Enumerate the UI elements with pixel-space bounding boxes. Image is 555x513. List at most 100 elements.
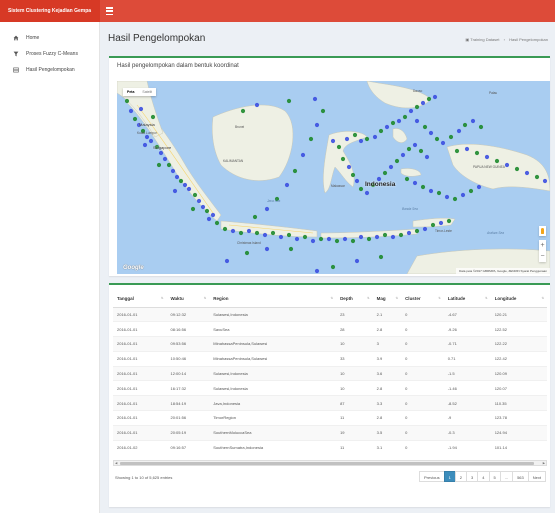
table-cell: 09:12:32 — [166, 306, 210, 322]
entries-info: Showing 1 to 10 of 5,625 entries — [115, 475, 173, 480]
earthquake-marker — [350, 238, 356, 244]
sort-icon[interactable]: ⇅ — [331, 296, 334, 300]
table-cell: 101.14 — [490, 439, 547, 455]
earthquake-marker — [270, 230, 276, 236]
earthquake-marker — [406, 230, 412, 236]
earthquake-marker — [330, 264, 336, 270]
google-logo: Google — [123, 265, 144, 271]
page-title: Hasil Pengelompokan — [108, 33, 206, 44]
map-label-kalimantan: KALIMANTAN — [223, 159, 244, 163]
column-header-label: Longitude — [494, 296, 517, 302]
zoom-out-button[interactable]: − — [539, 251, 546, 262]
table-cell: 0 — [401, 380, 444, 396]
earthquake-marker — [396, 118, 402, 124]
earthquake-marker — [192, 192, 198, 198]
column-header[interactable]: Latitude ⇅ — [443, 291, 491, 308]
map-view[interactable]: Indonesia Malaysia Singapore Kuala Lumpu… — [117, 81, 550, 274]
scrollbar-thumb[interactable] — [120, 462, 534, 465]
map-attribution[interactable]: Data peta ©2017 GBRMPA, Google, ZENRIN S… — [456, 268, 550, 274]
zoom-in-button[interactable]: + — [539, 240, 546, 251]
sort-icon[interactable]: ⇅ — [541, 296, 544, 300]
column-header[interactable]: Cluster ⇅ — [401, 291, 444, 308]
earthquake-marker — [462, 122, 468, 128]
table-cell: 2016-01-01 — [113, 380, 167, 396]
table-cell: 09:53:56 — [166, 336, 210, 352]
earthquake-marker — [422, 226, 428, 232]
earthquake-marker — [454, 148, 460, 154]
breadcrumb-item: Hasil Pengelompokan — [509, 37, 548, 42]
table-row: 2016-01-01 09:12:32 Sulawesi,Indonesia 23 2.… — [113, 306, 547, 322]
earthquake-marker — [384, 124, 390, 130]
earthquake-marker — [336, 144, 342, 150]
street-view-pegman-icon[interactable] — [539, 226, 546, 236]
earthquake-marker — [182, 182, 188, 188]
earthquake-marker — [300, 152, 306, 158]
table-cell: 123.78 — [490, 410, 547, 426]
pagination-next[interactable]: Next — [527, 471, 546, 482]
sort-icon[interactable]: ⇅ — [367, 296, 370, 300]
table-cell: 3.6 — [372, 365, 402, 381]
earthquake-marker — [262, 232, 268, 238]
scroll-left-icon[interactable]: ◀ — [115, 461, 117, 466]
sidebar-item-home[interactable]: Home — [0, 30, 99, 46]
column-header[interactable]: Longitude ⇅ — [490, 291, 547, 308]
earthquake-marker — [414, 118, 420, 124]
column-header[interactable]: Depth ⇅ — [336, 291, 373, 308]
column-header[interactable]: Waktu ⇅ — [166, 291, 210, 308]
earthquake-marker — [254, 230, 260, 236]
table-row: 2016-01-01 09:53:56 MinahassaPeninsula,Sul… — [113, 336, 547, 352]
table-cell: Sulawesi,Indonesia — [209, 365, 337, 381]
sort-icon[interactable]: ⇅ — [204, 296, 207, 300]
table-cell: 2016-01-02 — [113, 439, 167, 455]
table-cell: 10 — [336, 336, 373, 352]
map-type-satelit[interactable]: Satelit — [138, 88, 156, 96]
table-cell: 2.8 — [372, 321, 402, 337]
breadcrumb-item[interactable]: Training Dataset — [470, 37, 499, 42]
column-header-label: Tanggal — [117, 296, 134, 302]
breadcrumb-separator: › — [503, 37, 505, 42]
map-type-peta[interactable]: Peta — [123, 88, 138, 96]
horizontal-scrollbar[interactable]: ◀ ▶ — [113, 460, 547, 466]
earthquake-marker — [428, 188, 434, 194]
pagination-page[interactable]: 563 — [512, 471, 529, 482]
earthquake-marker — [432, 94, 438, 100]
sidebar-item-label: Hasil Pengelompokan — [26, 67, 75, 73]
table-cell: 0 — [401, 350, 444, 367]
earthquake-marker — [504, 162, 510, 168]
earthquake-marker — [412, 142, 418, 148]
earthquake-marker — [542, 178, 548, 184]
sort-icon[interactable]: ⇅ — [396, 296, 399, 300]
sidebar-item-fuzzy[interactable]: Proses Fuzzy C-Means — [0, 46, 99, 62]
sort-icon[interactable]: ⇅ — [438, 296, 441, 300]
sort-icon[interactable]: ⇅ — [485, 296, 488, 300]
sidebar-item-hasil[interactable]: Hasil Pengelompokan — [0, 62, 99, 78]
earthquake-marker — [412, 180, 418, 186]
column-header-label: Region — [213, 296, 229, 302]
column-header[interactable]: Tanggal ⇅ — [113, 291, 167, 308]
scroll-right-icon[interactable]: ▶ — [543, 461, 545, 466]
table-cell: 2016-01-01 — [113, 321, 167, 337]
column-header[interactable]: Region ⇅ — [209, 291, 337, 308]
table-cell: 2.1 — [372, 306, 402, 322]
sort-icon[interactable]: ⇅ — [161, 296, 164, 300]
pagination-previous[interactable]: Previous — [419, 471, 445, 482]
app-brand[interactable]: Sistem Clustering Kejadian Gempa — [0, 0, 100, 22]
sidebar-item-label: Home — [26, 35, 40, 41]
earthquake-marker — [278, 234, 284, 240]
column-header[interactable]: Mag ⇅ — [372, 291, 402, 308]
earthquake-marker — [124, 98, 130, 104]
earthquake-marker — [456, 128, 462, 134]
earthquake-marker — [344, 136, 350, 142]
earthquake-marker — [320, 108, 326, 114]
earthquake-marker — [414, 228, 420, 234]
map-type-toggle[interactable]: Peta Satelit — [123, 88, 157, 96]
table-cell: -1.5 — [443, 365, 491, 381]
map-canvas[interactable] — [117, 81, 550, 274]
earthquake-marker — [148, 138, 154, 144]
table-cell: 0.71 — [443, 350, 491, 367]
table-cell: 3 — [372, 336, 402, 352]
sidebar-toggle-icon[interactable] — [106, 7, 113, 15]
column-header-label: Mag — [376, 296, 386, 302]
earthquake-marker — [244, 250, 250, 256]
pagination-page: ... — [499, 471, 514, 482]
